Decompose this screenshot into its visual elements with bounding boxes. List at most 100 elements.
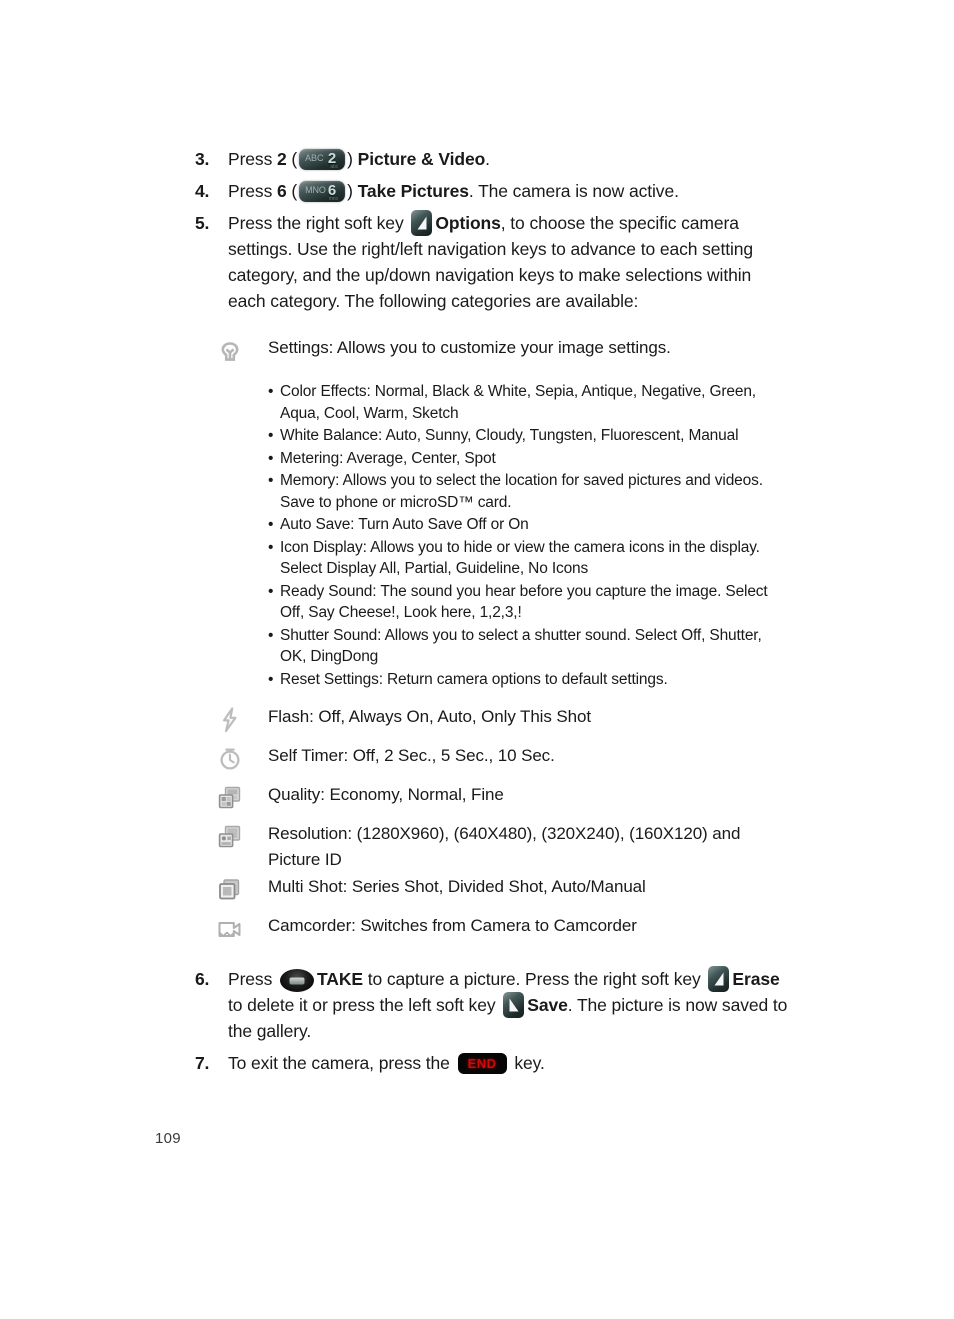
flash-icon bbox=[215, 705, 245, 735]
step-number: 6. bbox=[195, 969, 210, 989]
list-item-text: Color Effects: Normal, Black & White, Se… bbox=[280, 383, 756, 422]
take-label: TAKE bbox=[317, 969, 363, 989]
step-text: Press TAKE to capture a picture. Press t… bbox=[228, 966, 795, 1044]
bullet-marker: • bbox=[268, 538, 274, 556]
step-7-p2: key. bbox=[509, 1053, 545, 1073]
option-row-resolution: Resolution: (1280X960), (640X480), (320X… bbox=[195, 820, 795, 873]
keypad-key-digit: 6 bbox=[327, 182, 337, 199]
list-item-text: Shutter Sound: Allows you to select a sh… bbox=[280, 626, 762, 666]
numbered-steps-top: 3. Press 2 (ABC 2 abc) Picture & Video. 4.… bbox=[195, 146, 775, 320]
step-6: 6. Press TAKE to capture a picture. Pres… bbox=[195, 966, 795, 1044]
list-item: • Icon Display: Allows you to hide or vie… bbox=[268, 537, 775, 580]
lightbulb-icon bbox=[215, 337, 245, 367]
settings-heading-row: Settings: Allows you to customize your i… bbox=[195, 335, 775, 367]
keypad-key-sub: abc bbox=[330, 164, 339, 170]
list-item: • Memory: Allows you to select the locati… bbox=[268, 470, 775, 513]
option-row-self-timer: Self Timer: Off, 2 Sec., 5 Sec., 10 Sec. bbox=[195, 742, 795, 781]
step-4-open-paren: ( bbox=[286, 181, 298, 201]
step-5: 5. Press the right soft key Options, to … bbox=[195, 210, 775, 314]
step-number: 5. bbox=[195, 213, 210, 233]
settings-category-block: Settings: Allows you to customize your i… bbox=[195, 335, 775, 691]
icon-column bbox=[195, 703, 268, 735]
page-number: 109 bbox=[155, 1130, 181, 1147]
list-item-text: Icon Display: Allows you to hide or view… bbox=[280, 538, 760, 578]
step-6-p3: to delete it or press the left soft key bbox=[228, 995, 501, 1015]
soft-key-glyph bbox=[509, 998, 519, 1012]
bullet-marker: • bbox=[268, 472, 274, 489]
take-key-icon bbox=[280, 969, 314, 992]
option-row-text: Self Timer: Off, 2 Sec., 5 Sec., 10 Sec. bbox=[268, 746, 555, 765]
option-row-text: Flash: Off, Always On, Auto, Only This S… bbox=[268, 707, 591, 726]
step-4-pre: Press bbox=[228, 181, 277, 201]
step-number: 7. bbox=[195, 1053, 210, 1073]
quality-icon bbox=[215, 783, 245, 813]
step-text: Press 6 (MNO 6 mno) Take Pictures. The cam… bbox=[228, 178, 775, 204]
soft-key-glyph bbox=[714, 972, 724, 986]
settings-icon-column bbox=[195, 335, 268, 367]
end-key-icon: END bbox=[457, 1053, 507, 1074]
option-row-text: Quality: Economy, Normal, Fine bbox=[268, 785, 504, 804]
keypad-key-digit: 2 bbox=[327, 150, 337, 167]
option-row-quality: Quality: Economy, Normal, Fine bbox=[195, 781, 795, 820]
step-3: 3. Press 2 (ABC 2 abc) Picture & Video. bbox=[195, 146, 775, 172]
list-item-text: Metering: Average, Center, Spot bbox=[280, 449, 496, 467]
step-5-pre: Press the right soft key bbox=[228, 213, 409, 233]
step-6-p1: Press bbox=[228, 969, 277, 989]
step-4-tail: . The camera is now active. bbox=[468, 181, 679, 201]
bullet-marker: • bbox=[268, 449, 274, 467]
save-label: Save bbox=[527, 995, 568, 1015]
icon-column bbox=[195, 912, 268, 944]
bullet-marker: • bbox=[268, 383, 274, 400]
list-item: • Color Effects: Normal, Black & White, S… bbox=[268, 381, 775, 424]
keypad-key-6-icon: MNO 6 mno bbox=[299, 181, 346, 202]
step-4-key-digit: 6 bbox=[277, 181, 287, 201]
take-key-glyph bbox=[289, 977, 305, 984]
step-text: Press the right soft key Options, to cho… bbox=[228, 210, 775, 314]
list-item: • White Balance: Auto, Sunny, Cloudy, Tun… bbox=[268, 425, 775, 447]
bullet-marker: • bbox=[268, 582, 274, 600]
list-item: • Metering: Average, Center, Spot bbox=[268, 448, 775, 470]
step-4: 4. Press 6 (MNO 6 mno) Take Pictures. The … bbox=[195, 178, 775, 204]
step-number: 3. bbox=[195, 149, 210, 169]
document-page: 3. Press 2 (ABC 2 abc) Picture & Video. 4.… bbox=[0, 0, 954, 1319]
step-4-menu-name: Take Pictures bbox=[357, 181, 469, 201]
left-soft-key-icon bbox=[503, 992, 525, 1018]
bullet-marker: • bbox=[268, 626, 274, 644]
numbered-steps-bottom: 6. Press TAKE to capture a picture. Pres… bbox=[195, 966, 795, 1082]
soft-key-glyph bbox=[417, 216, 427, 230]
self-timer-icon bbox=[215, 744, 245, 774]
list-item-text: White Balance: Auto, Sunny, Cloudy, Tung… bbox=[280, 427, 739, 444]
bullet-marker: • bbox=[268, 427, 274, 444]
list-item-text: Reset Settings: Return camera options to… bbox=[280, 670, 668, 688]
step-4-close-paren: ) bbox=[347, 181, 358, 201]
option-row-camcorder: Camcorder: Switches from Camera to Camco… bbox=[195, 912, 795, 951]
resolution-icon bbox=[215, 822, 245, 852]
settings-heading-text: Settings: Allows you to customize your i… bbox=[268, 338, 671, 357]
right-soft-key-icon bbox=[411, 210, 433, 236]
settings-bullet-list: • Color Effects: Normal, Black & White, S… bbox=[195, 381, 775, 690]
list-item-text: Memory: Allows you to select the locatio… bbox=[280, 472, 763, 511]
option-row-multi-shot: Multi Shot: Series Shot, Divided Shot, A… bbox=[195, 873, 795, 912]
step-6-p2: to capture a picture. Press the right so… bbox=[362, 969, 706, 989]
icon-column bbox=[195, 873, 268, 905]
list-item: • Ready Sound: The sound you hear before … bbox=[268, 581, 775, 624]
keypad-key-letters: MNO bbox=[305, 185, 326, 195]
step-3-pre: Press bbox=[228, 149, 277, 169]
end-key-label: END bbox=[467, 1055, 497, 1071]
step-7: 7. To exit the camera, press the END key… bbox=[195, 1050, 795, 1076]
step-5-options-label: Options bbox=[435, 213, 501, 233]
erase-label: Erase bbox=[732, 969, 780, 989]
bullet-marker: • bbox=[268, 670, 274, 688]
icon-column bbox=[195, 742, 268, 774]
step-text: Press 2 (ABC 2 abc) Picture & Video. bbox=[228, 146, 775, 172]
multi-shot-icon bbox=[215, 875, 245, 905]
keypad-key-sub: mno bbox=[328, 196, 339, 202]
keypad-key-letters: ABC bbox=[305, 153, 324, 163]
right-soft-key-icon bbox=[708, 966, 730, 992]
step-3-tail: . bbox=[485, 149, 490, 169]
option-row-text: Resolution: (1280X960), (640X480), (320X… bbox=[268, 824, 741, 869]
step-text: To exit the camera, press the END key. bbox=[228, 1050, 795, 1076]
icon-column bbox=[195, 781, 268, 813]
step-3-close-paren: ) bbox=[347, 149, 358, 169]
list-item: • Reset Settings: Return camera options t… bbox=[268, 669, 775, 691]
